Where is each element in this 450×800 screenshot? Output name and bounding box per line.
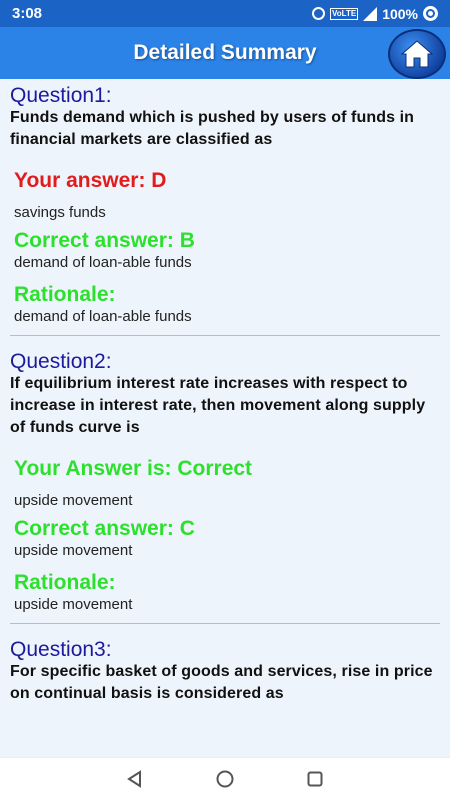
app-bar: Detailed Summary — [0, 27, 450, 79]
question-block: Question1: Funds demand which is pushed … — [10, 79, 440, 336]
rationale-label: Rationale: — [14, 571, 116, 594]
correct-answer-label: Correct answer: C — [14, 517, 195, 540]
question-block: Question2: If equilibrium interest rate … — [10, 345, 440, 624]
home-circle-icon — [216, 770, 234, 788]
question-title: Question2: — [10, 350, 112, 373]
status-bar: 3:08 VoLTE 100% — [0, 0, 450, 27]
rationale-text: demand of loan-able funds — [14, 308, 192, 325]
page-title: Detailed Summary — [133, 41, 317, 64]
signal-icon — [363, 6, 378, 21]
recents-icon — [307, 771, 323, 787]
volte-icon: VoLTE — [330, 7, 359, 20]
navigation-bar — [0, 757, 450, 800]
home-icon — [400, 40, 434, 68]
status-icons: VoLTE 100% — [312, 6, 438, 22]
correct-answer-text: demand of loan-able funds — [14, 254, 192, 271]
rationale-text: upside movement — [14, 596, 133, 613]
question-title: Question3: — [10, 638, 112, 661]
rationale-label: Rationale: — [14, 283, 116, 306]
back-button[interactable] — [115, 759, 155, 799]
correct-answer-label: Correct answer: B — [14, 229, 195, 252]
battery-percentage: 100% — [382, 5, 418, 22]
question-title: Question1: — [10, 84, 112, 107]
data-saver-icon — [423, 6, 438, 21]
question-text: Funds demand which is pushed by users of… — [10, 109, 415, 148]
alarm-icon — [312, 7, 326, 20]
correct-answer-text: upside movement — [14, 542, 133, 559]
recents-button[interactable] — [295, 759, 335, 799]
home-button[interactable] — [388, 29, 446, 79]
your-answer-label: Your answer: D — [14, 169, 167, 192]
your-answer-text: upside movement — [14, 492, 133, 509]
question-text: For specific basket of goods and service… — [10, 663, 433, 702]
your-answer-text: savings funds — [14, 204, 106, 221]
summary-list[interactable]: Question1: Funds demand which is pushed … — [0, 79, 450, 757]
question-text: If equilibrium interest rate increases w… — [10, 375, 426, 436]
home-nav-button[interactable] — [205, 759, 245, 799]
back-icon — [127, 770, 141, 788]
question-block: Question3: For specific basket of goods … — [10, 633, 440, 705]
your-answer-label: Your Answer is: Correct — [14, 457, 253, 480]
status-time: 3:08 — [12, 5, 43, 22]
